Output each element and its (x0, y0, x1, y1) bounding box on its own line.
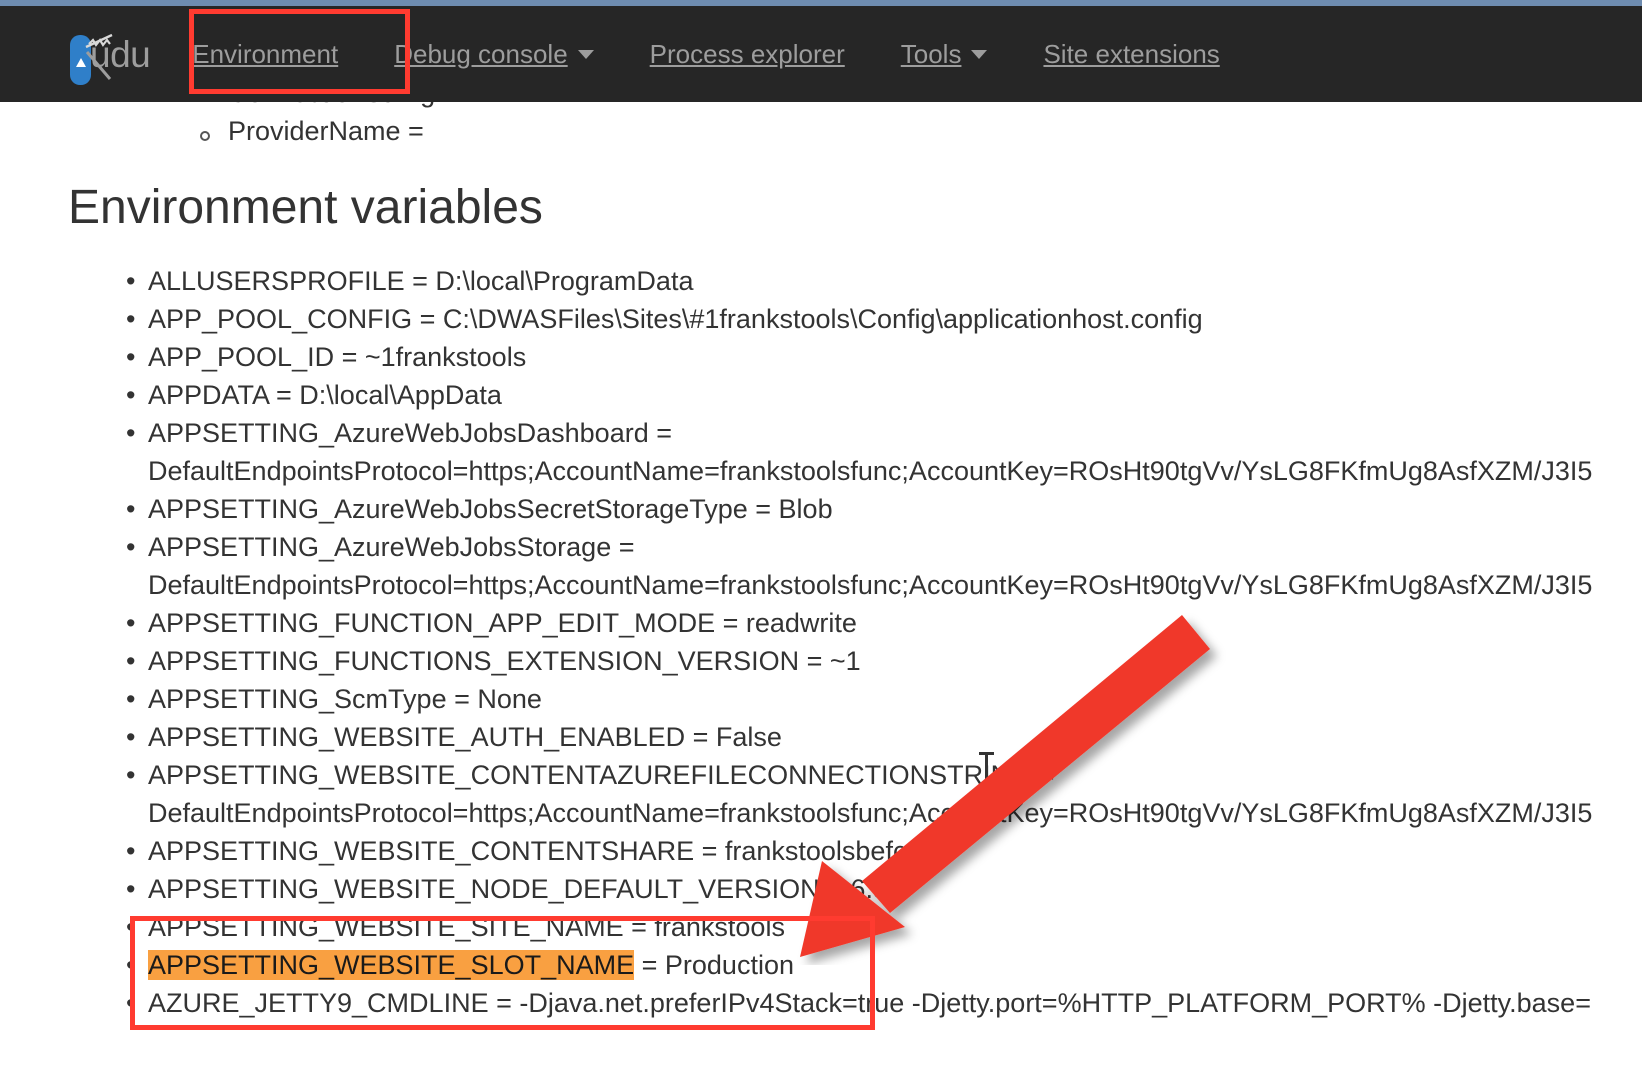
env-variable-item: APPSETTING_AzureWebJobsStorage = DefaultE… (118, 528, 1642, 604)
env-variable-text: = Production (634, 950, 794, 980)
env-variable-text: APPSETTING_AzureWebJobsStorage = (148, 532, 635, 562)
env-variable-item: APPSETTING_WEBSITE_SLOT_NAME = Productio… (118, 946, 1642, 984)
nav-item-label: Site extensions (1043, 38, 1220, 69)
kudu-knife-icon (66, 31, 113, 85)
text-cursor (979, 752, 994, 786)
env-variable-text: ALLUSERSPROFILE = D:\local\ProgramData (148, 266, 694, 296)
env-variable-item: ALLUSERSPROFILE = D:\local\ProgramData (118, 262, 1642, 300)
env-variable-item: APPDATA = D:\local\AppData (118, 376, 1642, 414)
env-variable-continuation: DefaultEndpointsProtocol=https;AccountNa… (148, 456, 1593, 486)
primary-nav: Environment Debug console Process explorer… (164, 6, 1248, 102)
highlighted-variable-name: APPSETTING_WEBSITE_SLOT_NAME (148, 950, 635, 980)
env-variable-text: APPSETTING_WEBSITE_NODE_DEFAULT_VERSION … (148, 874, 911, 904)
env-variable-item: APP_POOL_ID = ~1frankstools (118, 338, 1642, 376)
env-variable-text: APPSETTING_WEBSITE_AUTH_ENABLED = False (148, 722, 782, 752)
chevron-down-icon (577, 49, 594, 59)
nav-item-process-explorer[interactable]: Process explorer (622, 6, 873, 102)
env-variable-item: APPSETTING_FUNCTIONS_EXTENSION_VERSION =… (118, 642, 1642, 680)
providername-item: ProviderName = (200, 116, 424, 147)
env-variable-text: APPSETTING_WEBSITE_CONTENTSHARE = franks… (148, 836, 907, 866)
env-variable-item: APPSETTING_AzureWebJobsDashboard = Defaul… (118, 414, 1642, 490)
env-variable-item: APPSETTING_FUNCTION_APP_EDIT_MODE = read… (118, 604, 1642, 642)
nav-item-label: Environment (192, 38, 339, 69)
env-variable-text: APP_POOL_ID = ~1frankstools (148, 342, 527, 372)
env-variable-text: APP_POOL_CONFIG = C:\DWASFiles\Sites\#1f… (148, 304, 1203, 334)
env-variable-text: APPSETTING_WEBSITE_SITE_NAME = frankstoo… (148, 912, 785, 942)
env-variable-item: APPSETTING_WEBSITE_AUTH_ENABLED = False (118, 718, 1642, 756)
nav-item-debug-console[interactable]: Debug console (366, 6, 621, 102)
brand-kudu-logo[interactable]: udu (66, 6, 151, 102)
env-variable-text: APPSETTING_FUNCTION_APP_EDIT_MODE = read… (148, 608, 857, 638)
env-variable-continuation: DefaultEndpointsProtocol=https;AccountNa… (148, 798, 1593, 828)
env-variable-continuation: DefaultEndpointsProtocol=https;AccountNa… (148, 570, 1593, 600)
env-variable-item: APPSETTING_WEBSITE_CONTENTAZUREFILECONNE… (118, 756, 1642, 832)
nav-item-label: Process explorer (649, 38, 845, 69)
env-variable-text: APPSETTING_AzureWebJobsSecretStorageType… (148, 494, 833, 524)
env-variable-text: APPSETTING_WEBSITE_CONTENTAZUREFILECONNE… (148, 760, 1055, 790)
env-variable-text: APPSETTING_FUNCTIONS_EXTENSION_VERSION =… (148, 646, 861, 676)
nav-item-label: Tools (900, 38, 962, 69)
env-variable-text: APPDATA = D:\local\AppData (148, 380, 502, 410)
env-variable-item: APPSETTING_WEBSITE_CONTENTSHARE = franks… (118, 832, 1642, 870)
chevron-down-icon (971, 49, 988, 59)
env-variable-item: APPSETTING_AzureWebJobsSecretStorageType… (118, 490, 1642, 528)
env-variable-text: AZURE_JETTY9_CMDLINE = -Djava.net.prefer… (148, 988, 1591, 1018)
page-title: Environment variables (68, 181, 543, 234)
nav-item-label: Debug console (394, 38, 568, 69)
env-variable-item: APPSETTING_WEBSITE_NODE_DEFAULT_VERSION … (118, 870, 1642, 908)
env-variable-text: APPSETTING_AzureWebJobsDashboard = (148, 418, 672, 448)
env-variable-item: APPSETTING_ScmType = None (118, 680, 1642, 718)
env-variable-item: APP_POOL_CONFIG = C:\DWASFiles\Sites\#1f… (118, 300, 1642, 338)
env-variable-item: AZURE_JETTY9_CMDLINE = -Djava.net.prefer… (118, 984, 1642, 1022)
nav-item-site-extensions[interactable]: Site extensions (1015, 6, 1247, 102)
env-variable-item: APPSETTING_WEBSITE_SITE_NAME = frankstoo… (118, 908, 1642, 946)
nav-item-tools[interactable]: Tools (873, 6, 1016, 102)
navbar: udu Environment Debug console Process expl… (0, 6, 1642, 102)
environment-variables-list: ALLUSERSPROFILE = D:\local\ProgramData AP… (118, 262, 1642, 1022)
nav-item-environment[interactable]: Environment (164, 6, 366, 102)
env-variable-text: APPSETTING_ScmType = None (148, 684, 542, 714)
